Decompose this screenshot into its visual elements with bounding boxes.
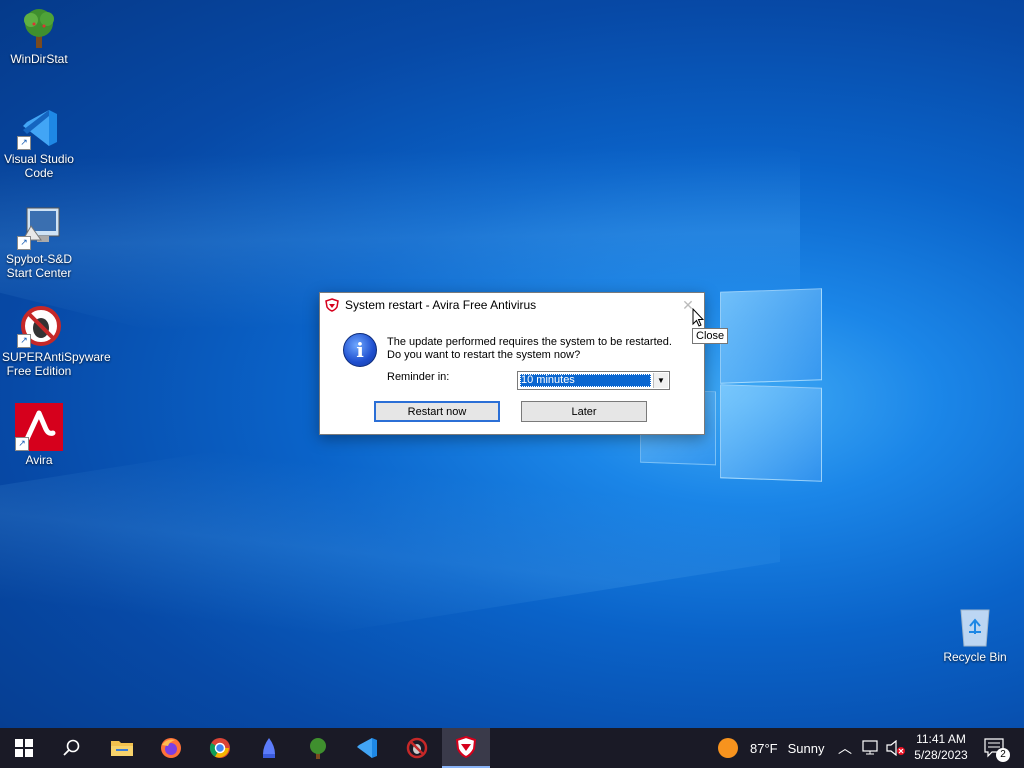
sun-icon xyxy=(718,738,738,758)
start-button[interactable] xyxy=(0,728,48,768)
volume-muted-icon xyxy=(886,740,905,756)
firefox-icon xyxy=(161,738,181,758)
taskbar-spybot[interactable] xyxy=(245,728,293,768)
desktop-icon-recycle-bin[interactable]: Recycle Bin xyxy=(938,604,1012,664)
desktop-icon-windirstat[interactable]: WinDirStat xyxy=(2,6,76,66)
show-hidden-icons-button[interactable]: ︿ xyxy=(838,728,852,768)
recycle-bin-icon xyxy=(953,604,997,648)
info-icon: i xyxy=(343,333,377,367)
mouse-cursor-icon xyxy=(692,308,704,327)
taskbar-superantispyware[interactable] xyxy=(393,728,441,768)
windows-start-icon xyxy=(15,739,33,757)
avira-shield-icon xyxy=(455,735,477,759)
close-tooltip: Close xyxy=(692,328,729,344)
weather-desc: Sunny xyxy=(787,740,825,756)
shortcut-arrow-icon: ↗ xyxy=(17,136,31,150)
weather-widget[interactable]: 87°F Sunny xyxy=(718,728,824,768)
search-button[interactable] xyxy=(48,728,96,768)
taskbar: 87°F Sunny ︿ 11:41 AM 5/28/2023 2 xyxy=(0,728,1024,768)
superantispyware-icon xyxy=(406,737,428,759)
restart-now-button[interactable]: Restart now xyxy=(374,401,500,422)
vscode-icon xyxy=(357,738,377,758)
taskbar-file-explorer[interactable] xyxy=(98,728,146,768)
desktop-icon-avira[interactable]: ↗ Avira xyxy=(2,403,76,467)
superantispyware-icon: ↗ xyxy=(17,304,61,348)
dialog-message: The update performed requires the system… xyxy=(387,336,672,362)
reminder-label: Reminder in: xyxy=(387,371,450,383)
file-explorer-icon xyxy=(111,741,133,756)
desktop-icon-label: Spybot-S&D Start Center xyxy=(5,252,73,280)
desktop-icon-spybot[interactable]: ↗ Spybot-S&D Start Center xyxy=(2,206,76,280)
clock-date: 5/28/2023 xyxy=(914,748,968,762)
taskbar-chrome[interactable] xyxy=(196,728,244,768)
system-restart-dialog: System restart - Avira Free Antivirus ✕ … xyxy=(319,292,705,435)
message-line-1: The update performed requires the system… xyxy=(387,336,672,348)
shortcut-arrow-icon: ↗ xyxy=(17,334,31,348)
windirstat-icon xyxy=(17,6,61,50)
search-icon xyxy=(63,739,80,756)
chevron-up-icon: ︿ xyxy=(838,740,852,756)
chevron-down-icon[interactable]: ▼ xyxy=(653,373,668,388)
shortcut-arrow-icon: ↗ xyxy=(17,236,31,250)
avira-icon: ↗ xyxy=(15,403,63,451)
windirstat-icon xyxy=(310,738,326,759)
clock-time: 11:41 AM xyxy=(916,732,966,746)
desktop-icon-label: Visual Studio Code xyxy=(4,152,74,180)
taskbar-avira[interactable] xyxy=(442,728,490,768)
vscode-icon: ↗ xyxy=(17,106,61,150)
weather-temp: 87°F xyxy=(750,740,778,756)
later-button[interactable]: Later xyxy=(521,401,647,422)
reminder-select[interactable]: 10 minutes ▼ xyxy=(517,371,670,390)
taskbar-windirstat[interactable] xyxy=(294,728,342,768)
volume-button[interactable] xyxy=(886,728,906,768)
desktop-icon-vscode[interactable]: ↗ Visual Studio Code xyxy=(2,106,76,180)
taskbar-clock[interactable]: 11:41 AM 5/28/2023 xyxy=(910,731,972,763)
avira-shield-icon xyxy=(325,298,339,312)
dialog-titlebar[interactable]: System restart - Avira Free Antivirus xyxy=(320,293,704,317)
chrome-icon xyxy=(209,738,230,758)
spybot-icon xyxy=(263,738,275,758)
desktop-icon-label: WinDirStat xyxy=(10,52,68,66)
shortcut-arrow-icon: ↗ xyxy=(15,437,29,451)
taskbar-firefox[interactable] xyxy=(147,728,195,768)
notification-count-badge: 2 xyxy=(996,748,1010,762)
network-button[interactable] xyxy=(862,728,880,768)
desktop-icon-label: SUPERAntiSpyware Free Edition xyxy=(2,350,111,378)
message-line-2: Do you want to restart the system now? xyxy=(387,349,581,361)
action-center-button[interactable]: 2 xyxy=(984,728,1010,768)
network-icon xyxy=(862,740,878,755)
desktop-icon-label: Recycle Bin xyxy=(943,650,1007,664)
reminder-selected-value: 10 minutes xyxy=(520,374,651,387)
dialog-title: System restart - Avira Free Antivirus xyxy=(345,298,537,312)
desktop-icon-superantispyware[interactable]: ↗ SUPERAntiSpyware Free Edition xyxy=(2,304,111,378)
spybot-icon: ↗ xyxy=(17,206,61,250)
desktop-icon-label: Avira xyxy=(25,453,53,467)
taskbar-vscode[interactable] xyxy=(343,728,391,768)
